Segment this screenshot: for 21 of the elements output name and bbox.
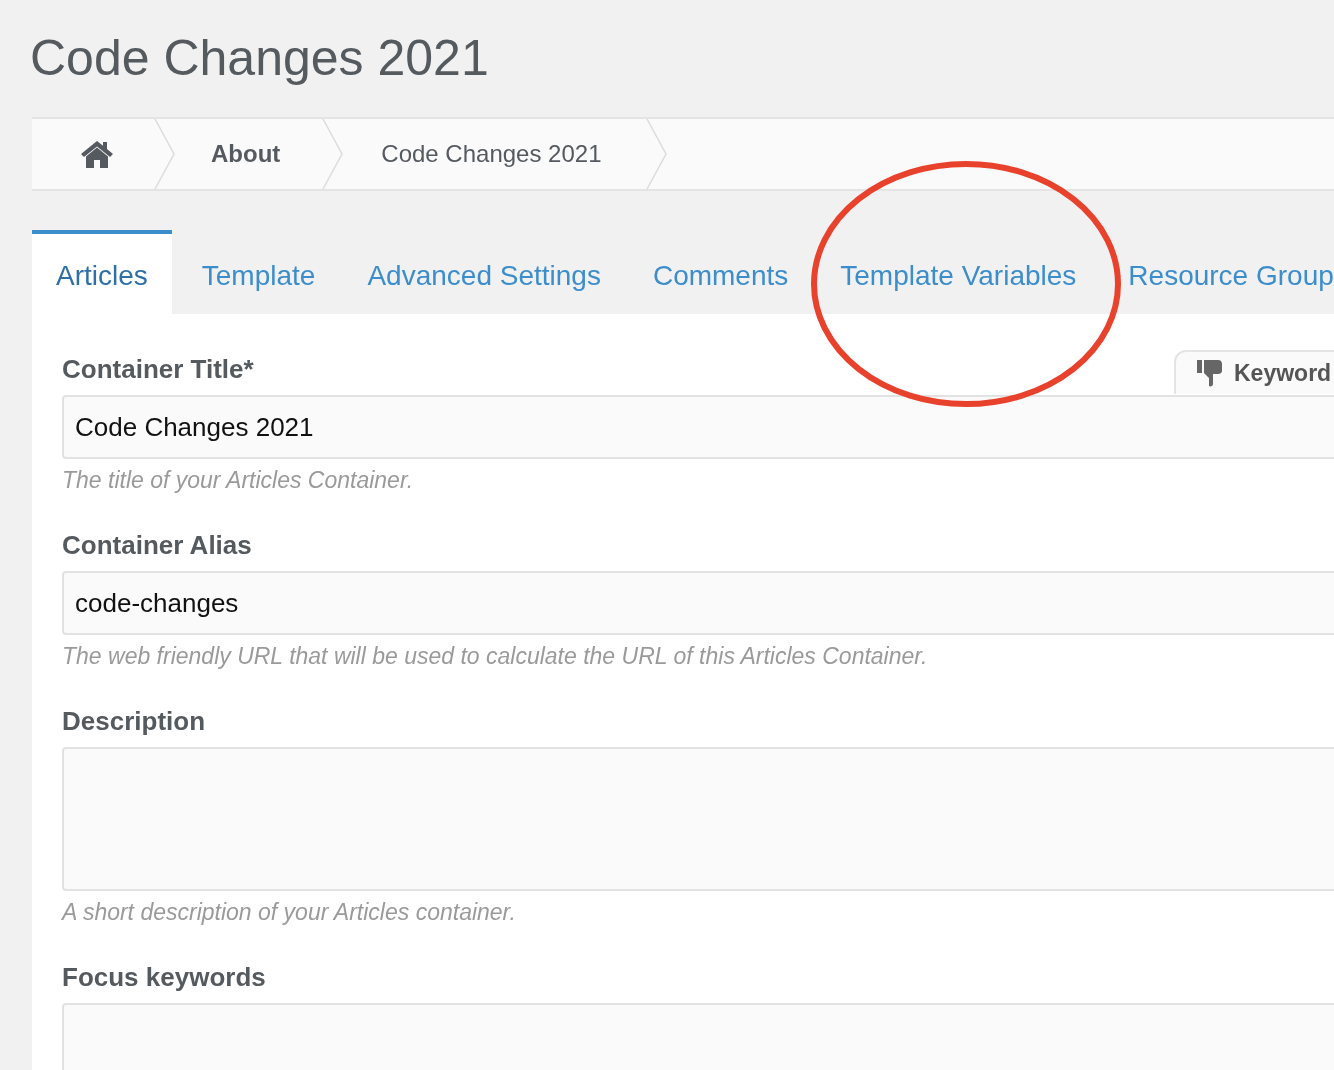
field-label: Description bbox=[62, 706, 206, 737]
help-text: The web friendly URL that will be used to calculate the URL of this Articles Container. bbox=[62, 643, 929, 670]
tab[interactable]: Template bbox=[175, 230, 342, 314]
text-field[interactable]: Code Changes 2021 bbox=[62, 395, 1334, 459]
tab[interactable]: Advanced Settings bbox=[341, 230, 627, 314]
field-label: Focus keywords bbox=[62, 962, 266, 993]
breadcrumb-current: Code Changes 2021 bbox=[380, 139, 603, 169]
textarea-field[interactable] bbox=[62, 747, 1334, 891]
breadcrumb-link[interactable]: About bbox=[176, 119, 323, 189]
page-title: Code Changes 2021 bbox=[29, 29, 490, 88]
help-text: The title of your Articles Container. bbox=[62, 467, 415, 494]
field-label: Container Alias bbox=[62, 530, 252, 561]
tab[interactable]: Resource Group bbox=[1102, 230, 1334, 314]
text-field[interactable]: code-changes bbox=[62, 571, 1334, 635]
keyword-tab[interactable]: Keyword bbox=[1174, 350, 1334, 394]
field-label: Container Title* bbox=[62, 354, 254, 385]
thumbs-down-icon bbox=[1196, 358, 1224, 388]
tab[interactable]: Comments bbox=[626, 230, 815, 314]
help-text: A short description of your Articles container. bbox=[62, 899, 517, 926]
home-icon bbox=[80, 139, 114, 169]
tab[interactable]: Articles bbox=[32, 230, 172, 314]
